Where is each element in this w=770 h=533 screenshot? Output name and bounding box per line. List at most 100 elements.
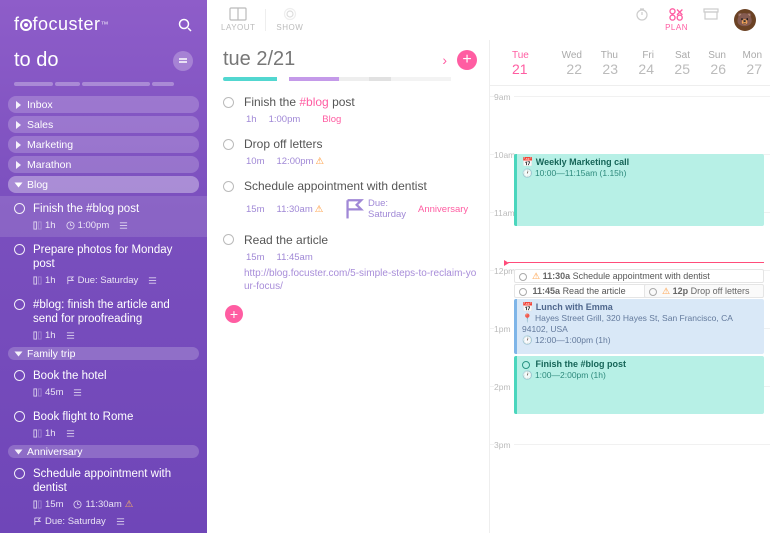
task-link[interactable]: http://blog.focuster.com/5-simple-steps-…: [244, 267, 477, 293]
calendar-day[interactable]: Wed22: [548, 50, 584, 77]
day-number: 26: [692, 61, 726, 77]
circle-icon[interactable]: [14, 370, 25, 381]
event-marketing-call[interactable]: 📅 Weekly Marketing call 🕐 10:00—11:15am …: [514, 154, 764, 226]
main: LAYOUT SHOW PLAN 🐻: [207, 0, 770, 533]
event-title: Weekly Marketing call: [536, 157, 629, 167]
event-time: 11:30a: [543, 271, 571, 281]
circle-icon: [522, 361, 530, 369]
folder-anniversary[interactable]: Anniversary: [8, 445, 199, 458]
event-title: Read the article: [563, 286, 626, 296]
sidebar-task[interactable]: Finish the #blog post 1h 1:00pm: [0, 196, 207, 237]
calendar-day[interactable]: Mon27: [728, 50, 764, 77]
day-number: 21: [512, 61, 546, 77]
circle-icon: [519, 273, 527, 281]
sidebar-task[interactable]: Book flight to Rome 1h: [0, 404, 207, 445]
duration: 1h: [33, 275, 56, 286]
event-dentist[interactable]: ⚠ 11:30a Schedule appointment with denti…: [514, 269, 764, 283]
calendar-day[interactable]: Thu23: [584, 50, 620, 77]
duration: 10m: [244, 156, 264, 167]
timer-button[interactable]: [633, 7, 651, 32]
calendar-day[interactable]: Fri24: [620, 50, 656, 77]
layout-button[interactable]: LAYOUT: [221, 7, 255, 32]
day-task[interactable]: Finish the #blog post 1h 1:00pm Blog: [223, 95, 477, 125]
event-drop-letters[interactable]: ⚠ 12p Drop off letters: [644, 284, 764, 298]
folder-marketing[interactable]: Marketing: [8, 136, 199, 153]
sidebar-task[interactable]: Schedule appointment with dentist 15m 11…: [0, 461, 207, 533]
circle-icon[interactable]: [14, 203, 25, 214]
task-title: Book flight to Rome: [33, 410, 133, 424]
duration: 45m: [33, 387, 63, 398]
add-task-bottom-button[interactable]: +: [225, 305, 243, 323]
event-title: Drop off letters: [691, 286, 750, 296]
list-icon: [119, 221, 128, 230]
plan-button[interactable]: PLAN: [665, 7, 688, 32]
circle-icon[interactable]: [223, 139, 234, 150]
event-blog-post[interactable]: Finish the #blog post 🕐 1:00—2:00pm (1h): [514, 356, 764, 414]
day-name: Tue: [512, 50, 546, 61]
event-time: 10:00—11:15am (1.15h): [535, 168, 627, 178]
sidebar-task[interactable]: Book the hotel 45m: [0, 363, 207, 404]
folder-sales[interactable]: Sales: [8, 116, 199, 133]
circle-icon[interactable]: [14, 299, 25, 310]
event-read-article[interactable]: 11:45a Read the article: [514, 284, 650, 298]
archive-label: [710, 23, 713, 32]
time: 1:00pm: [66, 220, 110, 231]
event-location: Hayes Street Grill, 320 Hayes St, San Fr…: [522, 313, 732, 334]
time: 1:00pm: [267, 114, 301, 125]
circle-icon: [649, 288, 657, 296]
list-icon: [66, 331, 75, 340]
calendar-days-header: Tue21Wed22Thu23Fri24Sat25Sun26Mon27: [490, 40, 770, 86]
folder-label: Sales: [27, 119, 53, 131]
avatar[interactable]: 🐻: [734, 9, 756, 31]
time: 11:45am: [274, 252, 312, 263]
day-task[interactable]: Drop off letters 10m 12:00pm⚠: [223, 137, 477, 167]
day-name: Sun: [692, 50, 726, 61]
calendar-day[interactable]: Tue21: [512, 50, 548, 77]
duration: 15m: [244, 252, 264, 263]
calendar-day[interactable]: Sat25: [656, 50, 692, 77]
task-title: Prepare photos for Monday post: [33, 243, 193, 271]
topbar: LAYOUT SHOW PLAN 🐻: [207, 0, 770, 40]
day-task[interactable]: Read the article 15m 11:45amhttp://blog.…: [223, 233, 477, 293]
day-column: tue 2/21 › + Finish the #blog post 1h 1:…: [207, 40, 489, 533]
day-number: 22: [548, 61, 582, 77]
list-icon: [66, 429, 75, 438]
hour-label: 1pm: [494, 324, 514, 334]
folder-family-trip[interactable]: Family trip: [8, 347, 199, 360]
archive-button[interactable]: [702, 7, 720, 32]
calendar-icon: 📅: [522, 157, 533, 167]
todo-options-button[interactable]: [173, 51, 193, 71]
add-task-button[interactable]: +: [457, 50, 477, 70]
search-icon[interactable]: [177, 17, 193, 33]
show-button[interactable]: SHOW: [276, 7, 303, 32]
circle-icon[interactable]: [223, 181, 234, 192]
circle-icon[interactable]: [14, 468, 25, 479]
event-title: Schedule appointment with dentist: [573, 271, 710, 281]
calendar-grid[interactable]: 3pm2pm1pm12pm11am10am9am 📅 Weekly Market…: [490, 86, 770, 533]
event-time: 1:00—2:00pm (1h): [535, 370, 606, 380]
sidebar-task[interactable]: #blog: finish the article and send for p…: [0, 292, 207, 347]
sidebar: ffocuster™ to do InboxSalesMarketingMara…: [0, 0, 207, 533]
logo[interactable]: ffocuster™: [14, 14, 109, 35]
timer-label: [641, 23, 644, 32]
circle-icon[interactable]: [14, 244, 25, 255]
day-progress: [223, 77, 477, 81]
calendar-day[interactable]: Sun26: [692, 50, 728, 77]
sidebar-task[interactable]: Prepare photos for Monday post 1h Due: S…: [0, 237, 207, 292]
day-name: Thu: [584, 50, 618, 61]
day-task[interactable]: Schedule appointment with dentist 15m 11…: [223, 179, 477, 221]
circle-icon[interactable]: [223, 97, 234, 108]
duration: 1h: [244, 114, 257, 125]
circle-icon[interactable]: [223, 234, 234, 245]
warn-icon: ⚠: [532, 271, 540, 281]
next-day-button[interactable]: ›: [436, 52, 453, 68]
folder-label: Anniversary: [27, 446, 82, 458]
event-lunch[interactable]: 📅 Lunch with Emma 📍 Hayes Street Grill, …: [514, 299, 764, 354]
plan-label: PLAN: [665, 23, 688, 32]
event-time: 12:00—1:00pm (1h): [535, 335, 611, 345]
folder-marathon[interactable]: Marathon: [8, 156, 199, 173]
folder-blog[interactable]: Blog: [8, 176, 199, 193]
day-number: 27: [728, 61, 762, 77]
circle-icon[interactable]: [14, 411, 25, 422]
folder-inbox[interactable]: Inbox: [8, 96, 199, 113]
